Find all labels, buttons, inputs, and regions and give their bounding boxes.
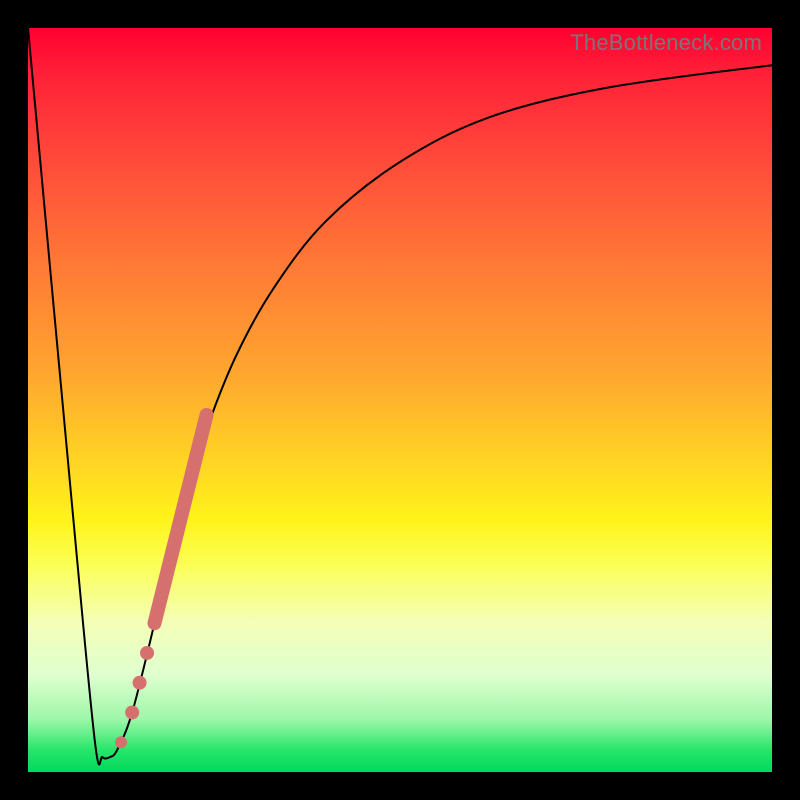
highlight-dot [133, 676, 147, 690]
highlight-dot [125, 705, 139, 719]
highlight-dot [140, 646, 154, 660]
highlight-dots [115, 646, 154, 748]
highlight-dot [115, 736, 127, 748]
chart-frame: TheBottleneck.com [0, 0, 800, 800]
curve-layer [28, 28, 772, 772]
plot-area: TheBottleneck.com [28, 28, 772, 772]
bottleneck-curve [28, 28, 772, 764]
highlight-segment [154, 415, 206, 623]
